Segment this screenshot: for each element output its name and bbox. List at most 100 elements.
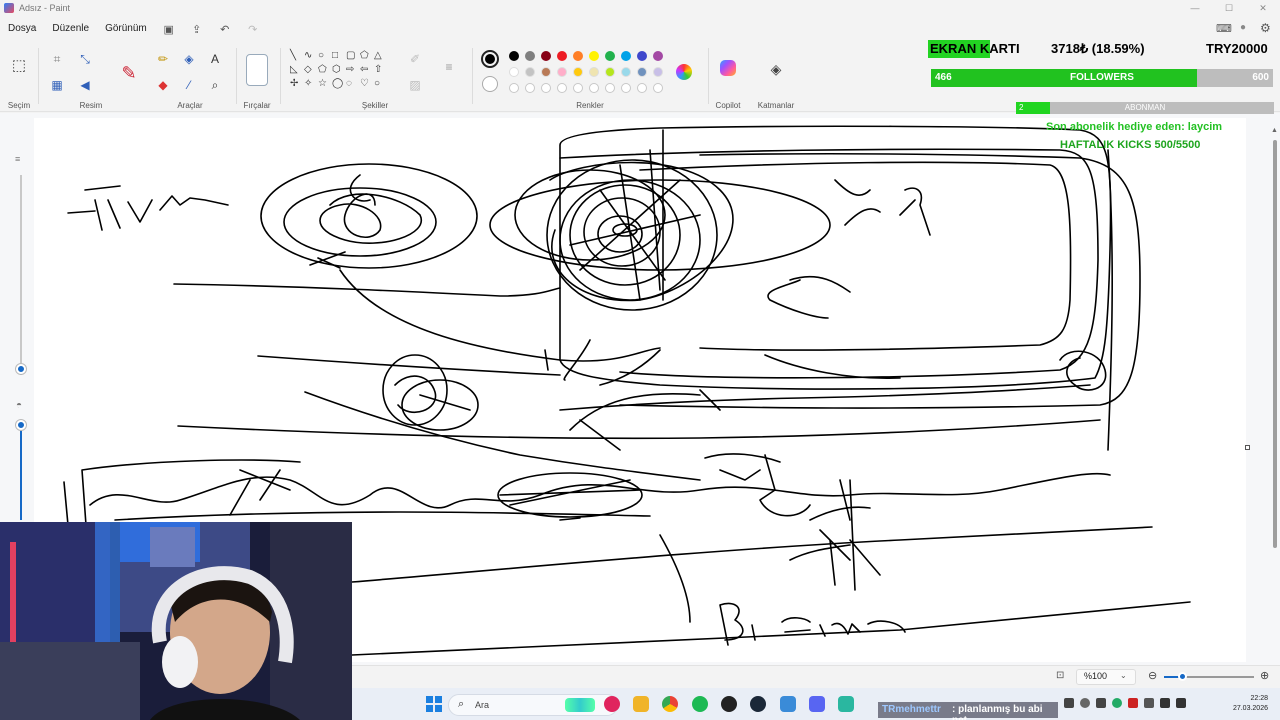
- arrow-left-shape-icon[interactable]: ⇦: [360, 64, 368, 75]
- taskbar-clock[interactable]: 22:28 27.03.2026: [1228, 694, 1268, 714]
- redo-icon[interactable]: ↷: [239, 23, 267, 36]
- callout-oval-shape-icon[interactable]: ◌: [346, 78, 352, 89]
- rectangle-shape-icon[interactable]: □: [332, 50, 338, 61]
- select-icon[interactable]: ⬚: [10, 56, 28, 74]
- polygon-shape-icon[interactable]: ⬠: [360, 50, 369, 61]
- layers-icon[interactable]: ◈: [767, 60, 785, 78]
- diamond-shape-icon[interactable]: ◇: [304, 64, 312, 75]
- image-select-icon[interactable]: ▦: [48, 76, 66, 94]
- resize-icon[interactable]: ⤡: [76, 50, 94, 68]
- palette-swatch[interactable]: [509, 51, 519, 61]
- eraser-icon[interactable]: ◆: [154, 76, 172, 94]
- palette-swatch[interactable]: [557, 51, 567, 61]
- pentagon-shape-icon[interactable]: ⬠: [318, 64, 327, 75]
- tray-icon[interactable]: [1096, 698, 1106, 708]
- minimize-button[interactable]: —: [1178, 0, 1212, 16]
- palette-swatch[interactable]: [653, 51, 663, 61]
- palette-swatch[interactable]: [557, 67, 567, 77]
- file-explorer-icon[interactable]: [633, 696, 649, 712]
- tray-icon[interactable]: [1064, 698, 1074, 708]
- custom-color-slot[interactable]: [541, 83, 551, 93]
- palette-swatch[interactable]: [525, 67, 535, 77]
- undo-icon[interactable]: ↶: [211, 23, 239, 36]
- custom-color-slot[interactable]: [509, 83, 519, 93]
- chrome-icon[interactable]: [662, 696, 678, 712]
- text-icon[interactable]: A: [206, 50, 224, 68]
- palette-swatch[interactable]: [653, 67, 663, 77]
- crop-icon[interactable]: ⌗: [48, 50, 66, 68]
- stroke-size-icon[interactable]: ≡: [440, 58, 458, 76]
- network-icon[interactable]: [1160, 698, 1170, 708]
- custom-color-slot[interactable]: [621, 83, 631, 93]
- brush-icon[interactable]: [246, 54, 268, 86]
- custom-color-slot[interactable]: [653, 83, 663, 93]
- color-picker-icon[interactable]: ⁄: [180, 76, 198, 94]
- cloud-shape-icon[interactable]: ○: [374, 78, 380, 89]
- close-button[interactable]: ✕: [1246, 0, 1280, 16]
- oval-shape-icon[interactable]: ○: [318, 50, 324, 61]
- steam-icon[interactable]: [750, 696, 766, 712]
- tray-icon[interactable]: [1080, 698, 1090, 708]
- menu-view[interactable]: Görünüm: [97, 18, 155, 40]
- account-icon[interactable]: ●: [1240, 22, 1246, 33]
- save-icon[interactable]: ▣: [155, 23, 183, 36]
- fill-icon[interactable]: ◈: [180, 50, 198, 68]
- remove-background-icon[interactable]: ✎: [116, 60, 142, 86]
- shape-fill-icon[interactable]: ▨: [406, 76, 424, 94]
- custom-color-slot[interactable]: [605, 83, 615, 93]
- media-app-icon[interactable]: [604, 696, 620, 712]
- maximize-button[interactable]: ☐: [1212, 0, 1246, 16]
- menu-edit[interactable]: Düzenle: [44, 18, 97, 40]
- zoom-in-icon[interactable]: ⊕: [1260, 669, 1269, 682]
- custom-color-slot[interactable]: [637, 83, 647, 93]
- brush-size-knob[interactable]: [16, 364, 26, 374]
- palette-swatch[interactable]: [605, 51, 615, 61]
- hexagon-shape-icon[interactable]: ⬡: [332, 64, 341, 75]
- opacity-knob[interactable]: [16, 420, 26, 430]
- palette-swatch[interactable]: [541, 51, 551, 61]
- app-icon[interactable]: [838, 696, 854, 712]
- palette-swatch[interactable]: [509, 67, 519, 77]
- palette-swatch[interactable]: [573, 67, 583, 77]
- volume-icon[interactable]: [1176, 698, 1186, 708]
- custom-color-slot[interactable]: [573, 83, 583, 93]
- start-icon[interactable]: [426, 696, 442, 712]
- zoom-slider[interactable]: [1164, 672, 1254, 681]
- edit-colors-icon[interactable]: [676, 64, 692, 80]
- brush-size-slider[interactable]: [20, 175, 22, 375]
- custom-color-slot[interactable]: [589, 83, 599, 93]
- palette-swatch[interactable]: [589, 67, 599, 77]
- magnifier-icon[interactable]: ⌕: [206, 76, 224, 94]
- copilot-icon[interactable]: [720, 60, 736, 76]
- callout-round-shape-icon[interactable]: ◯: [332, 78, 343, 89]
- line-shape-icon[interactable]: ╲: [290, 50, 296, 61]
- menu-file[interactable]: Dosya: [0, 18, 44, 40]
- palette-swatch[interactable]: [637, 51, 647, 61]
- right-triangle-shape-icon[interactable]: ◺: [290, 64, 298, 75]
- rotate-icon[interactable]: ◀: [76, 76, 94, 94]
- tray-icon[interactable]: [1128, 698, 1138, 708]
- palette-swatch[interactable]: [541, 67, 551, 77]
- taskbar-search[interactable]: ⌕ Ara: [448, 694, 618, 716]
- share-icon[interactable]: ⇪: [183, 23, 211, 36]
- palette-swatch[interactable]: [621, 51, 631, 61]
- palette-swatch[interactable]: [525, 51, 535, 61]
- zoom-slider-knob[interactable]: [1178, 672, 1187, 681]
- rounded-rect-shape-icon[interactable]: ▢: [346, 50, 355, 61]
- opacity-slider[interactable]: [20, 420, 22, 520]
- curve-shape-icon[interactable]: ∿: [304, 50, 312, 61]
- arrow-right-shape-icon[interactable]: ⇨: [346, 64, 354, 75]
- fit-to-window-icon[interactable]: ⊡: [1056, 670, 1064, 681]
- tray-icon[interactable]: [1112, 698, 1122, 708]
- palette-swatch[interactable]: [621, 67, 631, 77]
- tray-icon[interactable]: [1144, 698, 1154, 708]
- custom-color-slot[interactable]: [525, 83, 535, 93]
- arrow-down-shape-icon[interactable]: ✢: [290, 78, 298, 89]
- palette-swatch[interactable]: [573, 51, 583, 61]
- secondary-color[interactable]: [482, 76, 498, 92]
- outline-icon[interactable]: ✐: [406, 50, 424, 68]
- discord-icon[interactable]: [809, 696, 825, 712]
- palette-swatch[interactable]: [637, 67, 647, 77]
- settings-app-icon[interactable]: [780, 696, 796, 712]
- feedback-icon[interactable]: ⌨: [1216, 22, 1232, 35]
